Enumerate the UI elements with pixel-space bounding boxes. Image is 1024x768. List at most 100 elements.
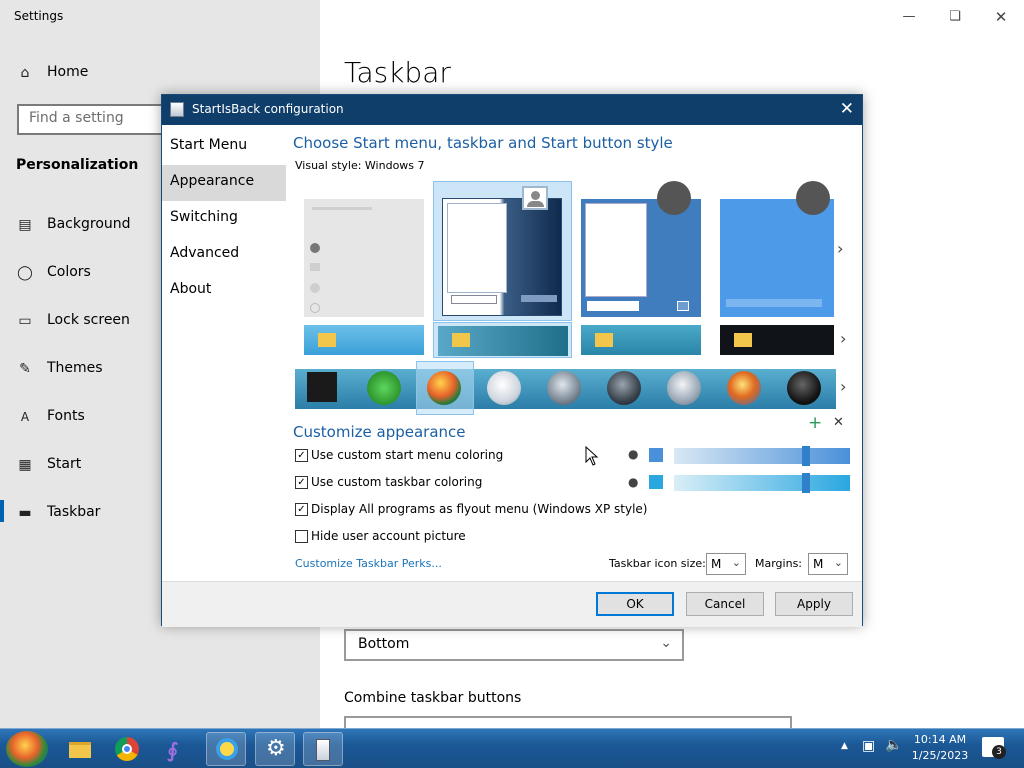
restore-button[interactable]: ❏ — [944, 6, 966, 28]
orb-vista[interactable] — [727, 371, 761, 405]
palette-icon: ◯ — [17, 265, 33, 281]
start-style-windows7-selected[interactable] — [433, 181, 572, 321]
nav-item-label: Taskbar — [47, 504, 101, 520]
startisback-dialog: StartIsBack configuration ✕ Start Menu A… — [161, 94, 863, 627]
taskbar-color-swatch[interactable] — [649, 475, 663, 489]
orb-clover[interactable] — [367, 371, 401, 405]
tab-advanced[interactable]: Advanced — [162, 237, 286, 273]
chevron-down-icon: ⌄ — [660, 635, 672, 651]
system-clock[interactable]: 10:14 AM 1/25/2023 — [906, 732, 974, 764]
avatar-body — [527, 201, 544, 207]
icon-size-value: M — [711, 557, 722, 571]
dialog-close-icon[interactable]: ✕ — [840, 99, 854, 119]
nav-home[interactable]: ⌂ Home — [0, 56, 320, 90]
taskbar-app-explorer[interactable] — [60, 732, 100, 766]
taskbar-position-select[interactable]: Bottom ⌄ — [344, 629, 684, 661]
chevron-right-icon[interactable]: › — [840, 329, 846, 348]
win7-search-box — [451, 295, 497, 304]
taskbar-opacity-slider[interactable] — [674, 473, 850, 493]
tab-switching[interactable]: Switching — [162, 201, 286, 237]
chevron-right-icon[interactable]: › — [837, 239, 843, 258]
tab-start-menu[interactable]: Start Menu — [162, 129, 286, 165]
icon-size-combo[interactable]: M ⌄ — [706, 553, 746, 575]
icon-size-label: Taskbar icon size: — [609, 557, 706, 570]
orb-gray[interactable] — [547, 371, 581, 405]
nav-home-label: Home — [47, 64, 89, 80]
win7-left-pane — [447, 203, 507, 293]
home-icon: ⌂ — [20, 65, 30, 81]
start-menu-color-swatch[interactable] — [649, 448, 663, 462]
margins-combo[interactable]: M ⌄ — [808, 553, 848, 575]
folder-icon — [734, 333, 752, 347]
checkbox-start-menu-coloring[interactable]: ✓ — [295, 449, 308, 462]
user-icon — [310, 243, 320, 253]
add-icon[interactable]: + — [808, 413, 822, 433]
orb-dark[interactable] — [607, 371, 641, 405]
dialog-sidebar: Start Menu Appearance Switching Advanced… — [162, 125, 286, 581]
startisback-icon — [170, 102, 184, 117]
win8-power — [677, 301, 689, 311]
orb-silver[interactable] — [667, 371, 701, 405]
checkbox-hide-account-picture[interactable] — [295, 530, 308, 543]
taskbar-style-3[interactable] — [581, 325, 701, 355]
visual-style-label: Visual style: — [295, 159, 362, 172]
start-grid-icon: ▦ — [18, 457, 32, 473]
lock-screen-icon: ▭ — [18, 313, 32, 329]
minimize-button[interactable]: — — [898, 6, 920, 28]
apply-button[interactable]: Apply — [775, 592, 853, 616]
start-style-metro[interactable] — [720, 199, 834, 317]
win7-shutdown — [521, 295, 557, 302]
settings-window-title: Settings — [14, 9, 64, 23]
remove-icon[interactable]: ✕ — [833, 415, 844, 430]
taskbar-app-settings[interactable]: ⚙ — [255, 732, 295, 766]
taskbar-style-2-selected[interactable] — [433, 322, 572, 358]
ie-icon — [216, 738, 238, 760]
tab-about[interactable]: About — [162, 273, 286, 309]
customize-heading: Customize appearance — [293, 423, 466, 441]
visual-studio-icon: ∮ — [167, 738, 179, 762]
start-style-windows10[interactable] — [304, 199, 424, 317]
start-orb-button[interactable] — [6, 731, 48, 767]
slider-thumb[interactable] — [802, 473, 810, 493]
mouse-cursor-icon — [585, 446, 599, 466]
perks-link[interactable]: Customize Taskbar Perks... — [295, 557, 442, 570]
taskbar-style-4[interactable] — [720, 325, 834, 355]
start-style-windows8[interactable] — [581, 199, 701, 317]
volume-icon[interactable]: 🔈 — [885, 737, 902, 753]
taskbar-app-startisback[interactable] — [303, 732, 343, 766]
cancel-button[interactable]: Cancel — [686, 592, 764, 616]
win7-menu-preview — [442, 198, 562, 316]
nav-item-label: Fonts — [47, 408, 85, 424]
close-button[interactable]: ✕ — [990, 6, 1012, 28]
taskbar-app-internet-explorer[interactable] — [206, 732, 246, 766]
taskbar-app-chrome[interactable] — [107, 732, 147, 766]
start-menu-opacity-slider[interactable] — [674, 446, 850, 466]
orb-windows7[interactable] — [427, 371, 461, 405]
tray-expand-icon[interactable]: ▲ — [841, 741, 848, 751]
taskbar-style-1[interactable] — [304, 325, 424, 355]
chevron-right-icon[interactable]: › — [840, 377, 846, 396]
checkbox-flyout-menu[interactable]: ✓ — [295, 503, 308, 516]
taskbar-position-value: Bottom — [358, 636, 410, 652]
ok-button[interactable]: OK — [596, 592, 674, 616]
nav-item-label: Themes — [47, 360, 103, 376]
network-icon[interactable]: ▣ — [862, 738, 875, 754]
notification-badge: 3 — [992, 745, 1006, 759]
opacity-drop-icon: ● — [628, 447, 639, 461]
folder-icon — [69, 742, 91, 758]
section-heading: Personalization — [16, 157, 139, 173]
visual-style-line: Visual style: Windows 7 — [295, 159, 425, 172]
search-input[interactable]: Find a setting — [17, 104, 177, 135]
opacity-drop-icon: ● — [628, 475, 639, 489]
taskbar-app-visual-studio[interactable]: ∮ — [158, 732, 198, 766]
power-icon — [310, 303, 320, 313]
tab-appearance[interactable]: Appearance — [162, 165, 286, 201]
dialog-title-bar: StartIsBack configuration ✕ — [162, 95, 862, 125]
checkbox-taskbar-coloring[interactable]: ✓ — [295, 476, 308, 489]
orb-windows10[interactable] — [307, 372, 337, 402]
slider-thumb[interactable] — [802, 446, 810, 466]
orb-black[interactable] — [787, 371, 821, 405]
nav-item-label: Start — [47, 456, 82, 472]
orb-white[interactable] — [487, 371, 521, 405]
option-label: Use custom start menu coloring — [311, 448, 504, 462]
